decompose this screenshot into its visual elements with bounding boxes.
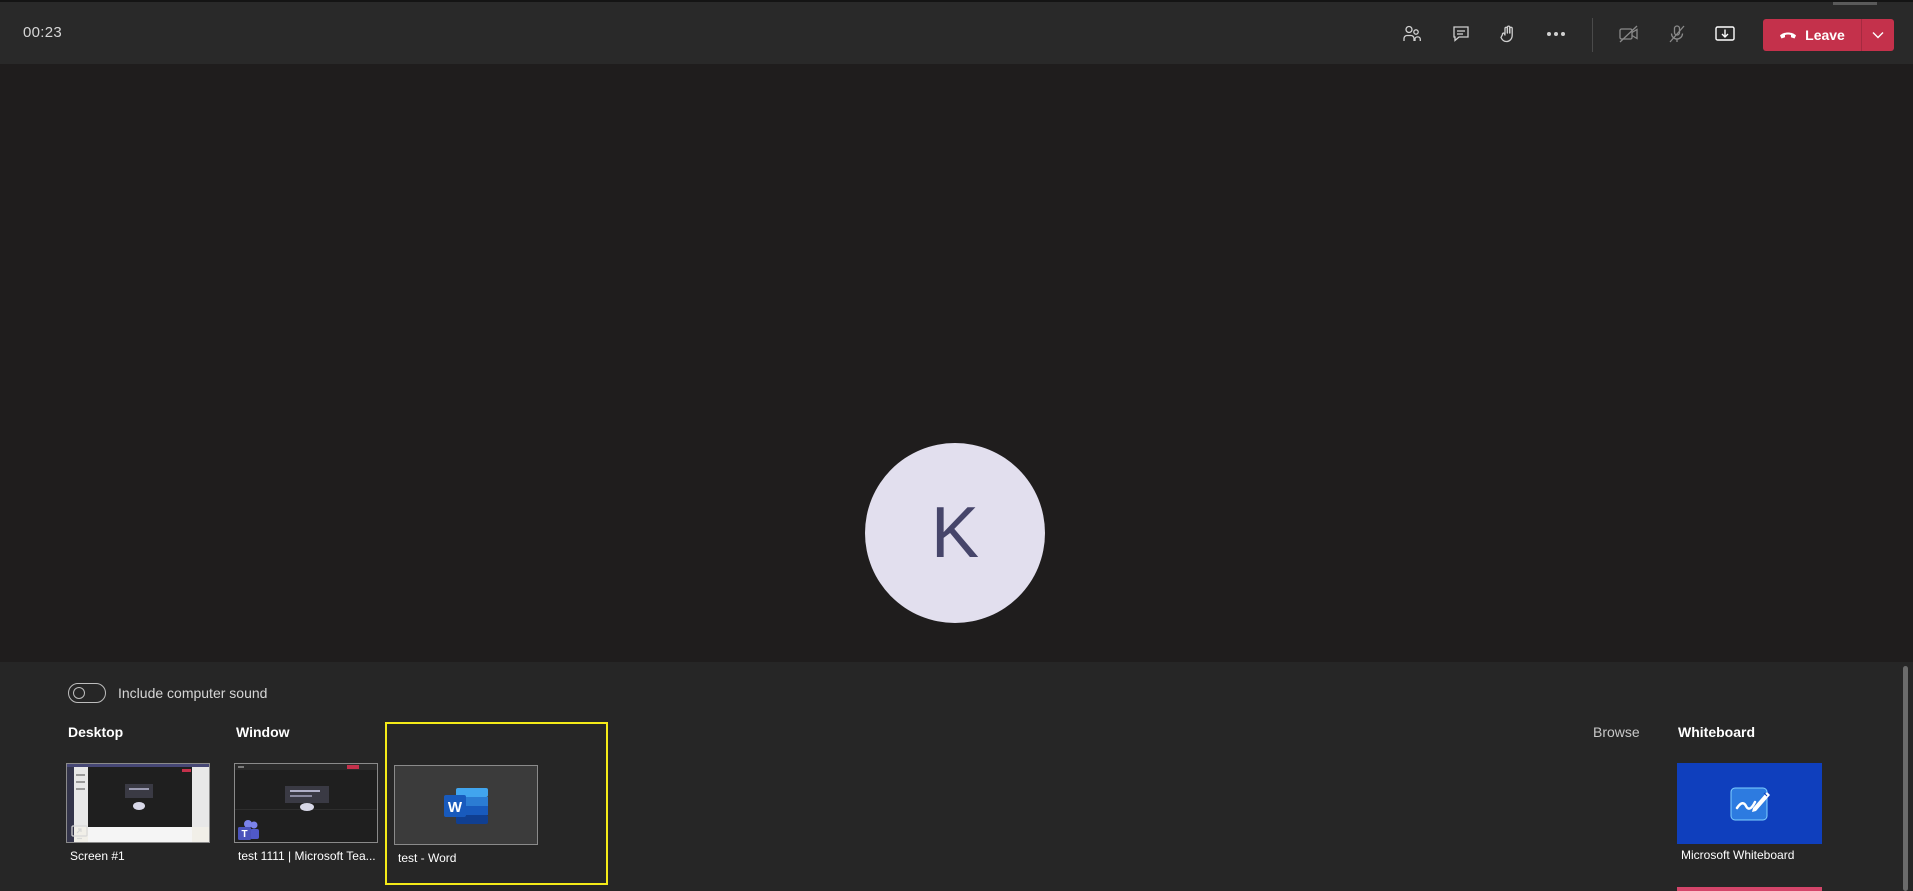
- browse-link[interactable]: Browse: [1593, 724, 1640, 740]
- leave-button-group: Leave: [1763, 19, 1894, 51]
- chat-button[interactable]: [1445, 18, 1477, 50]
- toolbar-divider: [1592, 18, 1593, 52]
- share-tray: Include computer sound Desktop Window Br…: [0, 662, 1913, 891]
- avatar-initial: K: [930, 493, 980, 573]
- desktop-section-title: Desktop: [68, 724, 124, 740]
- window-share-tile-teams[interactable]: T test 1111 | Microsoft Tea...: [234, 763, 380, 873]
- window-section-title: Window: [236, 724, 290, 740]
- hang-up-icon: [1780, 32, 1797, 39]
- more-actions-button[interactable]: [1540, 18, 1572, 50]
- svg-text:W: W: [448, 799, 463, 816]
- window-share-tile-word[interactable]: W test - Word: [393, 765, 539, 875]
- share-tray-icon: [1715, 26, 1735, 41]
- hand-icon: [1500, 25, 1513, 43]
- camera-toggle-button[interactable]: [1613, 18, 1645, 50]
- toggle-knob: [73, 687, 85, 699]
- whiteboard-thumbnail[interactable]: [1677, 763, 1822, 844]
- word-tile-label: test - Word: [398, 851, 457, 865]
- mic-off-icon: [1669, 25, 1685, 43]
- next-row-peek: [1677, 887, 1822, 891]
- leave-label: Leave: [1805, 27, 1845, 43]
- word-app-icon: W: [444, 788, 488, 824]
- tray-scrollbar[interactable]: [1903, 666, 1908, 891]
- desktop-tile-label: Screen #1: [70, 849, 125, 863]
- participants-button[interactable]: [1396, 18, 1428, 50]
- screen-thumbnail: [66, 763, 210, 843]
- chat-icon: [1453, 26, 1469, 42]
- include-sound-toggle[interactable]: [68, 683, 106, 703]
- whiteboard-app-icon: [1730, 787, 1770, 820]
- meeting-toolbar: 00:23 Leave: [0, 0, 1913, 64]
- include-sound-label: Include computer sound: [118, 685, 268, 701]
- meeting-timer: 00:23: [23, 24, 63, 41]
- teams-window-thumbnail: T: [234, 763, 378, 843]
- camera-off-icon: [1619, 25, 1638, 43]
- whiteboard-tile-label: Microsoft Whiteboard: [1681, 848, 1795, 862]
- leave-options-button[interactable]: [1862, 19, 1894, 51]
- raise-hand-button[interactable]: [1492, 18, 1524, 50]
- window-edge-accent: [1833, 2, 1877, 5]
- mic-toggle-button[interactable]: [1661, 18, 1693, 50]
- share-content-button[interactable]: [1709, 18, 1741, 50]
- more-icon: [1547, 32, 1565, 36]
- teams-tile-label: test 1111 | Microsoft Tea...: [238, 849, 376, 863]
- meeting-stage: K: [0, 64, 1913, 662]
- word-window-thumbnail: W: [394, 765, 538, 845]
- svg-text:T: T: [241, 829, 247, 840]
- teams-app-icon: T: [238, 820, 259, 840]
- leave-button[interactable]: Leave: [1763, 19, 1861, 51]
- chevron-down-icon: [1872, 32, 1884, 39]
- desktop-share-tile[interactable]: Screen #1: [66, 763, 212, 873]
- monitor-share-icon: [71, 825, 88, 840]
- people-icon: [1403, 25, 1421, 41]
- participant-avatar: K: [865, 443, 1045, 623]
- whiteboard-section-title: Whiteboard: [1678, 724, 1755, 740]
